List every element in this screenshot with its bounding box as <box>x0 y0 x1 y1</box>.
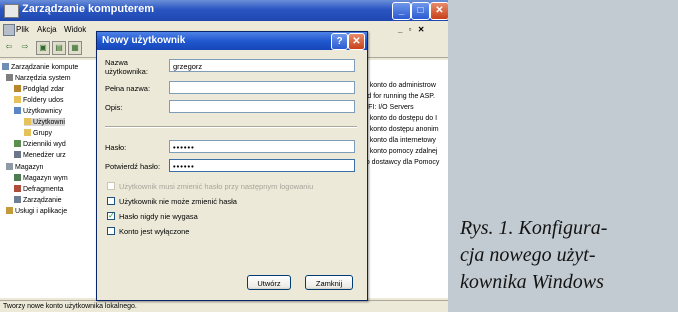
must-change-password-checkbox[interactable] <box>107 182 115 190</box>
folder-icon <box>24 129 31 136</box>
password-never-expires-checkbox[interactable]: ✓ <box>107 212 115 220</box>
help-button[interactable]: ? <box>331 33 348 50</box>
tree-item-storage[interactable]: Magazyn <box>6 163 43 171</box>
mmc-titlebar: Zarządzanie komputerem _ □ ✕ <box>0 0 448 21</box>
back-arrow-icon[interactable]: ⇦ <box>3 41 15 53</box>
storage-icon <box>6 163 13 170</box>
close-dialog-button[interactable]: ✕ <box>348 33 365 50</box>
logs-icon <box>14 140 21 147</box>
console-icon <box>3 24 15 36</box>
confirm-password-label: Potwierdź hasło: <box>105 162 161 171</box>
device-manager-icon <box>14 151 21 158</box>
username-label: Nazwa użytkownika: <box>105 58 148 76</box>
console-tree: Zarządzanie kompute Narzędzia system Pod… <box>0 60 98 298</box>
account-disabled-label: Konto jest wyłączone <box>119 227 190 236</box>
check-mark-icon: ✓ <box>108 211 115 220</box>
list-item[interactable]: ne konto dostępu anonim <box>360 126 439 133</box>
must-change-password-label: Użytkownik musi zmienić hasło przy nastę… <box>119 182 314 191</box>
password-label: Hasło: <box>105 143 127 152</box>
fullname-field[interactable] <box>169 81 355 94</box>
caption-line: cja nowego użyt- <box>460 244 596 266</box>
list-item[interactable]: sed for running the ASP. <box>360 93 435 100</box>
shared-folder-icon <box>14 96 21 103</box>
removable-storage-icon <box>14 174 21 181</box>
list-item[interactable]: nto dostawcy dla Pomocy <box>360 159 439 166</box>
fullname-label: Pełna nazwa: <box>105 84 151 93</box>
status-bar: Tworzy nowe konto użytkownika lokalnego. <box>0 300 448 312</box>
tree-item-users-folder[interactable]: Użytkowni <box>24 118 65 126</box>
disk-management-icon <box>14 196 21 203</box>
properties-icon[interactable]: ▦ <box>68 41 82 55</box>
new-user-dialog: Nowy użytkownik ? ✕ Nazwa użytkownika: g… <box>96 31 368 301</box>
tools-icon <box>6 74 13 81</box>
maximize-button[interactable]: □ <box>411 2 430 20</box>
tree-item-defragmenter[interactable]: Defragmenta <box>14 185 63 193</box>
menu-view[interactable]: Widok <box>64 25 86 34</box>
divider <box>105 126 357 128</box>
password-field[interactable]: •••••• <box>169 140 355 153</box>
status-text: Tworzy nowe konto użytkownika lokalnego. <box>3 303 137 310</box>
list-item[interactable]: ne konto do dostępu do I <box>360 115 437 122</box>
results-pane: ne konto do administrow sed for running … <box>358 60 448 298</box>
tree-item-event-viewer[interactable]: Podgląd zdar <box>14 85 64 93</box>
tree-item-removable-storage[interactable]: Magazyn wym <box>14 174 68 182</box>
up-level-icon[interactable]: ▣ <box>36 41 50 55</box>
figure-caption: Rys. 1. Konfigura- cja nowego użyt- kown… <box>460 215 670 296</box>
cannot-change-password-label: Użytkownik nie może zmienić hasła <box>119 197 237 206</box>
defrag-icon <box>14 185 21 192</box>
create-button[interactable]: Utwórz <box>247 275 291 290</box>
list-item[interactable]: ne konto dla internetowy <box>360 137 436 144</box>
cannot-change-password-checkbox[interactable] <box>107 197 115 205</box>
menu-file[interactable]: Plik <box>16 25 29 34</box>
caption-line: Rys. 1. Konfigura- <box>460 217 608 239</box>
tree-item-performance-logs[interactable]: Dzienniki wyd <box>14 140 66 148</box>
tree-item-services-apps[interactable]: Usługi i aplikacje <box>6 207 67 215</box>
description-label: Opis: <box>105 103 123 112</box>
tree-item-computer-management[interactable]: Zarządzanie kompute <box>2 63 78 71</box>
list-item[interactable]: ne konto do administrow <box>360 82 436 89</box>
child-window-controls[interactable]: _ ▫ ✕ <box>398 25 426 34</box>
caption-line: kownika Windows <box>460 271 604 293</box>
list-item[interactable]: ne konto pomocy zdalnej <box>360 148 437 155</box>
dialog-title: Nowy użytkownik <box>102 35 186 46</box>
forward-arrow-icon[interactable]: ⇨ <box>19 41 31 53</box>
tree-item-local-users[interactable]: Użytkownicy <box>14 107 62 115</box>
users-icon <box>14 107 21 114</box>
tree-item-shared-folders[interactable]: Foldery udos <box>14 96 63 104</box>
services-icon <box>6 207 13 214</box>
menu-action[interactable]: Akcja <box>37 25 57 34</box>
password-never-expires-label: Hasło nigdy nie wygasa <box>119 212 198 221</box>
description-field[interactable] <box>169 100 355 113</box>
event-viewer-icon <box>14 85 21 92</box>
close-window-button[interactable]: ✕ <box>430 2 448 20</box>
account-disabled-checkbox[interactable] <box>107 227 115 235</box>
tree-item-system-tools[interactable]: Narzędzia system <box>6 74 71 82</box>
close-button[interactable]: Zamknij <box>305 275 353 290</box>
username-field[interactable]: grzegorz <box>169 59 355 72</box>
tree-item-disk-management[interactable]: Zarządzanie <box>14 196 62 204</box>
computer-management-icon <box>4 4 19 18</box>
mmc-title: Zarządzanie komputerem <box>22 3 155 15</box>
computer-icon <box>2 63 9 70</box>
show-tree-icon[interactable]: ▤ <box>52 41 66 55</box>
minimize-button[interactable]: _ <box>392 2 411 20</box>
list-item[interactable]: or FI: I/O Servers <box>360 104 414 111</box>
dialog-titlebar: Nowy użytkownik ? ✕ <box>97 32 367 50</box>
tree-item-device-manager[interactable]: Menedżer urz <box>14 151 66 159</box>
folder-icon <box>24 118 31 125</box>
tree-item-groups-folder[interactable]: Grupy <box>24 129 52 137</box>
confirm-password-field[interactable]: •••••• <box>169 159 355 172</box>
